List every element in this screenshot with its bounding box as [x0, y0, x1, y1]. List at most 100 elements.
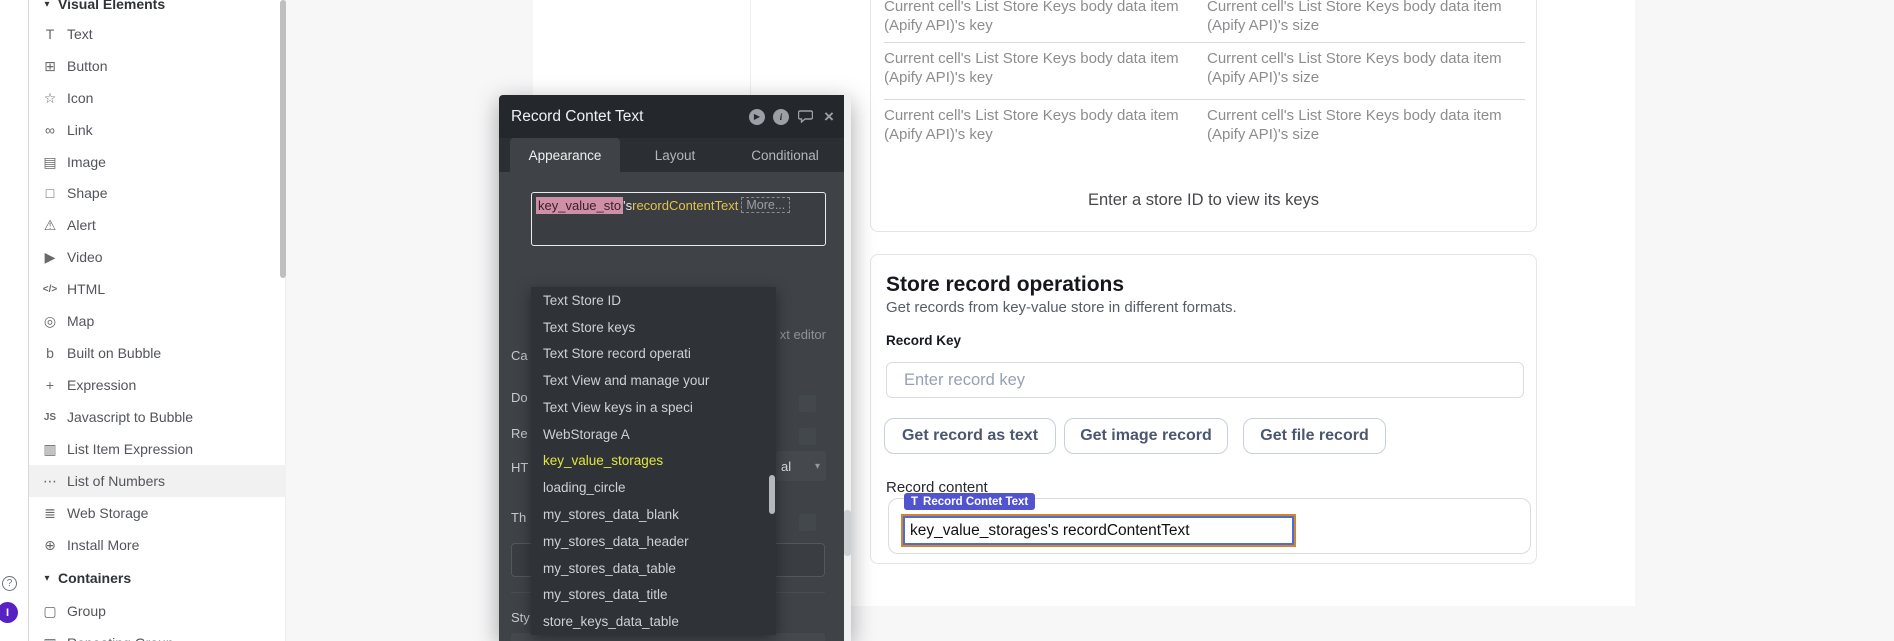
bubble-icon: b [40, 337, 60, 369]
cutoff-label: Th [511, 510, 526, 525]
card-title: Store record operations [886, 273, 1124, 297]
dropdown-option[interactable]: Text Store keys [531, 314, 776, 341]
bubble-editor-window: Current cell's List Store Keys body data… [0, 0, 1894, 641]
property-editor-header[interactable]: Record Contet Text ▶ i × [499, 95, 851, 138]
sidebar-item-alert[interactable]: ⚠ Alert [29, 209, 286, 241]
dropdown-option[interactable]: my_stores_data_header [531, 528, 776, 555]
dropdown-option[interactable]: my_stores_data_blank [531, 501, 776, 528]
code-icon: </> [40, 273, 60, 305]
js-icon: JS [40, 401, 60, 433]
dropdown-option[interactable]: my_stores_data_table [531, 555, 776, 582]
sidebar-item-list-item-expression[interactable]: ▥ List Item Expression [29, 433, 286, 465]
sidebar-item-javascript-to-bubble[interactable]: JS Javascript to Bubble [29, 401, 286, 433]
tab-appearance[interactable]: Appearance [510, 138, 620, 172]
checkbox[interactable] [799, 514, 816, 531]
dropdown-option-highlighted[interactable]: key_value_storages [531, 448, 776, 475]
selected-element-badge: T Record Contet Text [904, 493, 1035, 510]
dropdown-option[interactable]: Text View and manage your [531, 367, 776, 394]
style-label-fragment: Sty [511, 610, 530, 625]
section-containers[interactable]: ▾ Containers [29, 562, 286, 594]
selected-expression-token[interactable]: key_value_sto [536, 197, 623, 214]
cutoff-label: Re [511, 426, 528, 441]
sidebar-scrollbar[interactable] [280, 0, 286, 278]
sidebar-item-repeating-group[interactable]: ▦ Repeating Group [29, 627, 286, 641]
preview-play-icon[interactable]: ▶ [749, 109, 765, 125]
more-token[interactable]: More... [741, 197, 790, 213]
page-edge-line [750, 0, 751, 95]
sidebar-item-install-more[interactable]: ⊕ Install More [29, 529, 286, 561]
shape-icon: □ [40, 177, 60, 209]
sidebar-item-expression[interactable]: + Expression [29, 369, 286, 401]
text-icon: T [40, 18, 60, 50]
plus-circle-icon: ⊕ [40, 529, 60, 561]
alert-icon: ⚠ [40, 209, 60, 241]
panel-scrollbar-track[interactable] [844, 95, 851, 641]
sidebar-item-list-of-numbers[interactable]: ⋯ List of Numbers [29, 465, 286, 497]
appearance-tab-body: key_value_sto 's recordContentText More.… [499, 172, 851, 641]
key-cell: Current cell's List Store Keys body data… [884, 106, 1204, 144]
store-id-hint: Enter a store ID to view its keys [871, 191, 1536, 210]
panel-scrollbar-thumb[interactable] [844, 510, 851, 556]
property-editor-tabs: Appearance Layout Conditional [499, 138, 851, 172]
dropdown-option[interactable]: Text Store ID [531, 287, 776, 314]
row-divider [884, 42, 1525, 43]
sidebar-item-map[interactable]: ◎ Map [29, 305, 286, 337]
info-icon[interactable]: i [773, 109, 789, 125]
sidebar-item-html[interactable]: </> HTML [29, 273, 286, 305]
tab-conditional[interactable]: Conditional [730, 138, 840, 172]
close-icon[interactable]: × [821, 109, 837, 125]
selected-element-name: Record Contet Text [923, 496, 1028, 508]
comment-icon[interactable] [797, 109, 813, 125]
checkbox[interactable] [799, 395, 816, 412]
cutoff-label: Do [511, 390, 528, 405]
section-label: Containers [58, 562, 131, 594]
dropdown-option[interactable]: store_keys_data_table [531, 608, 776, 635]
sidebar-item-web-storage[interactable]: ≣ Web Storage [29, 497, 286, 529]
store-keys-card: Current cell's List Store Keys body data… [870, 0, 1537, 232]
dropdown-option[interactable]: loading_circle [531, 474, 776, 501]
dropdown-option[interactable]: WebStorage A [531, 421, 776, 448]
key-cell: Current cell's List Store Keys body data… [884, 0, 1204, 35]
get-image-record-button[interactable]: Get image record [1064, 418, 1228, 454]
help-icon[interactable]: ? [2, 576, 17, 591]
sidebar-item-image[interactable]: ▤ Image [29, 146, 286, 178]
image-icon: ▤ [40, 146, 60, 178]
rich-text-editor-link[interactable]: xt editor [780, 327, 826, 342]
dropdown-option[interactable]: Text View keys in a speci [531, 394, 776, 421]
row-divider [884, 99, 1525, 100]
cutoff-label: HT [511, 460, 528, 475]
sidebar-item-button[interactable]: ⊞ Button [29, 50, 286, 82]
link-icon: ∞ [40, 114, 60, 146]
dropdown-option[interactable]: my_stores_data_title [531, 581, 776, 608]
expression-tokens[interactable]: key_value_sto 's recordContentText More.… [536, 196, 790, 214]
sidebar-item-link[interactable]: ∞ Link [29, 114, 286, 146]
section-label: Visual Elements [58, 0, 165, 20]
sidebar-item-video[interactable]: ▶ Video [29, 241, 286, 273]
get-record-as-text-button[interactable]: Get record as text [884, 418, 1056, 454]
selected-text-element[interactable]: key_value_storages's recordContentText [901, 514, 1296, 547]
record-key-input[interactable] [886, 362, 1524, 398]
dropdown-scrollbar[interactable] [769, 475, 775, 514]
size-cell: Current cell's List Store Keys body data… [1207, 49, 1527, 87]
get-file-record-button[interactable]: Get file record [1243, 418, 1386, 454]
sidebar-item-built-on-bubble[interactable]: b Built on Bubble [29, 337, 286, 369]
tab-layout[interactable]: Layout [620, 138, 730, 172]
group-icon: ▢ [40, 595, 60, 627]
sidebar-item-text[interactable]: T Text [29, 18, 286, 50]
checkbox[interactable] [799, 428, 816, 445]
plus-icon: + [40, 369, 60, 401]
element-title: Record Contet Text [511, 108, 741, 126]
field-token[interactable]: recordContentText [632, 198, 738, 213]
property-editor-panel: Record Contet Text ▶ i × Appearance Layo… [499, 95, 851, 641]
sidebar-item-icon[interactable]: ☆ Icon [29, 82, 286, 114]
sidebar-item-shape[interactable]: □ Shape [29, 177, 286, 209]
section-visual-elements[interactable]: ▾ Visual Elements [29, 0, 286, 20]
dropdown-option[interactable]: Text Store record operati [531, 341, 776, 368]
video-icon: ▶ [40, 241, 60, 273]
storage-icon: ≣ [40, 497, 60, 529]
size-cell: Current cell's List Store Keys body data… [1207, 0, 1527, 35]
element-palette-sidebar: ▾ Visual Elements T Text ⊞ Button ☆ Icon… [0, 0, 286, 641]
truncated-dropdown[interactable]: al ▾ [776, 451, 826, 481]
expression-autocomplete-dropdown: Text Store ID Text Store keys Text Store… [531, 287, 776, 635]
sidebar-item-group[interactable]: ▢ Group [29, 595, 286, 627]
